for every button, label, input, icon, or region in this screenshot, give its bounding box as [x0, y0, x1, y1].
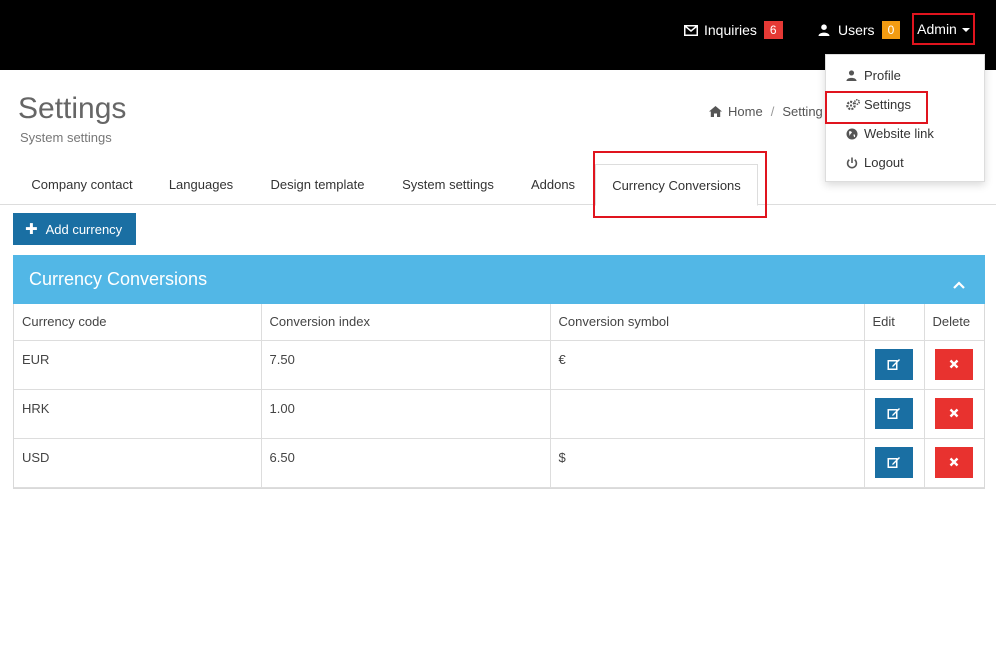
- breadcrumb: Home / Setting: [709, 104, 823, 119]
- close-icon: [949, 408, 959, 418]
- column-header-conversion-symbol: Conversion symbol: [550, 304, 865, 341]
- settings-highlight-box: [825, 91, 928, 124]
- caret-down-icon: [961, 28, 970, 32]
- user-icon: [818, 24, 834, 36]
- users-label: Users: [838, 22, 875, 38]
- edit-icon: [887, 408, 900, 419]
- edit-button[interactable]: [875, 446, 913, 478]
- panel-header: Currency Conversions: [13, 255, 985, 304]
- breadcrumb-home-link[interactable]: Home: [728, 104, 763, 119]
- currency-code-cell: USD: [14, 438, 262, 488]
- panel-title: Currency Conversions: [29, 269, 208, 289]
- delete-cell: [924, 389, 984, 439]
- column-header-delete: Delete: [924, 304, 984, 341]
- add-currency-button[interactable]: ✚ Add currency: [13, 213, 136, 245]
- dropdown-item-logout[interactable]: Logout: [826, 148, 984, 177]
- delete-cell: [924, 438, 984, 488]
- tab-languages[interactable]: Languages: [151, 164, 251, 205]
- delete-button[interactable]: [935, 446, 974, 478]
- breadcrumb-separator: /: [770, 104, 775, 119]
- tab-system-settings[interactable]: System settings: [384, 164, 512, 205]
- currency-conversions-panel: Currency Conversions Currency code Conve…: [13, 255, 985, 489]
- conversion-symbol-cell: [550, 389, 865, 439]
- conversion-index-cell: 6.50: [261, 438, 551, 488]
- column-header-currency-code: Currency code: [14, 304, 262, 341]
- edit-button[interactable]: [875, 348, 913, 380]
- currency-code-cell: EUR: [14, 340, 262, 390]
- close-icon: [949, 359, 959, 369]
- plus-icon: ✚: [25, 220, 38, 238]
- edit-icon: [887, 359, 900, 370]
- currency-table: Currency code Conversion index Conversio…: [14, 304, 984, 488]
- tab-company-contact[interactable]: Company contact: [13, 164, 151, 205]
- table-row: USD 6.50 $: [14, 438, 984, 488]
- breadcrumb-current: Setting: [782, 104, 823, 119]
- currency-code-cell: HRK: [14, 389, 262, 439]
- users-link[interactable]: Users 0: [818, 0, 901, 60]
- admin-menu-toggle[interactable]: Admin: [912, 13, 975, 45]
- inquiries-label: Inquiries: [704, 22, 757, 38]
- close-icon: [949, 457, 959, 467]
- power-icon: [846, 157, 864, 169]
- edit-cell: [864, 438, 925, 488]
- tab-design-template[interactable]: Design template: [251, 164, 384, 205]
- edit-icon: [887, 457, 900, 468]
- add-currency-label: Add currency: [45, 221, 123, 237]
- user-icon: [846, 70, 864, 81]
- conversion-symbol-cell: €: [550, 340, 865, 390]
- tab-highlight-box: [593, 151, 767, 218]
- table-row: HRK 1.00: [14, 389, 984, 439]
- conversion-index-cell: 1.00: [261, 389, 551, 439]
- dropdown-item-label: Website link: [864, 126, 934, 141]
- dropdown-item-label: Profile: [864, 68, 901, 83]
- envelope-icon: [684, 24, 700, 36]
- page-title: Settings: [18, 92, 127, 125]
- dropdown-item-label: Logout: [864, 155, 904, 170]
- edit-button[interactable]: [875, 397, 913, 429]
- delete-button[interactable]: [935, 348, 974, 380]
- globe-icon: [846, 128, 864, 140]
- chevron-up-icon[interactable]: [953, 273, 965, 294]
- delete-button[interactable]: [935, 397, 974, 429]
- users-count-badge: 0: [881, 21, 901, 39]
- dropdown-item-profile[interactable]: Profile: [826, 61, 984, 90]
- column-header-edit: Edit: [864, 304, 925, 341]
- table-row: EUR 7.50 €: [14, 340, 984, 390]
- admin-label: Admin: [917, 21, 957, 37]
- home-icon: [709, 106, 722, 117]
- edit-cell: [864, 389, 925, 439]
- tab-addons[interactable]: Addons: [512, 164, 594, 205]
- conversion-symbol-cell: $: [550, 438, 865, 488]
- inquiries-link[interactable]: Inquiries 6: [684, 0, 783, 60]
- delete-cell: [924, 340, 984, 390]
- conversion-index-cell: 7.50: [261, 340, 551, 390]
- page-subtitle: System settings: [20, 130, 112, 145]
- table-header-row: Currency code Conversion index Conversio…: [14, 304, 984, 341]
- inquiries-count-badge: 6: [763, 21, 783, 39]
- column-header-conversion-index: Conversion index: [261, 304, 551, 341]
- edit-cell: [864, 340, 925, 390]
